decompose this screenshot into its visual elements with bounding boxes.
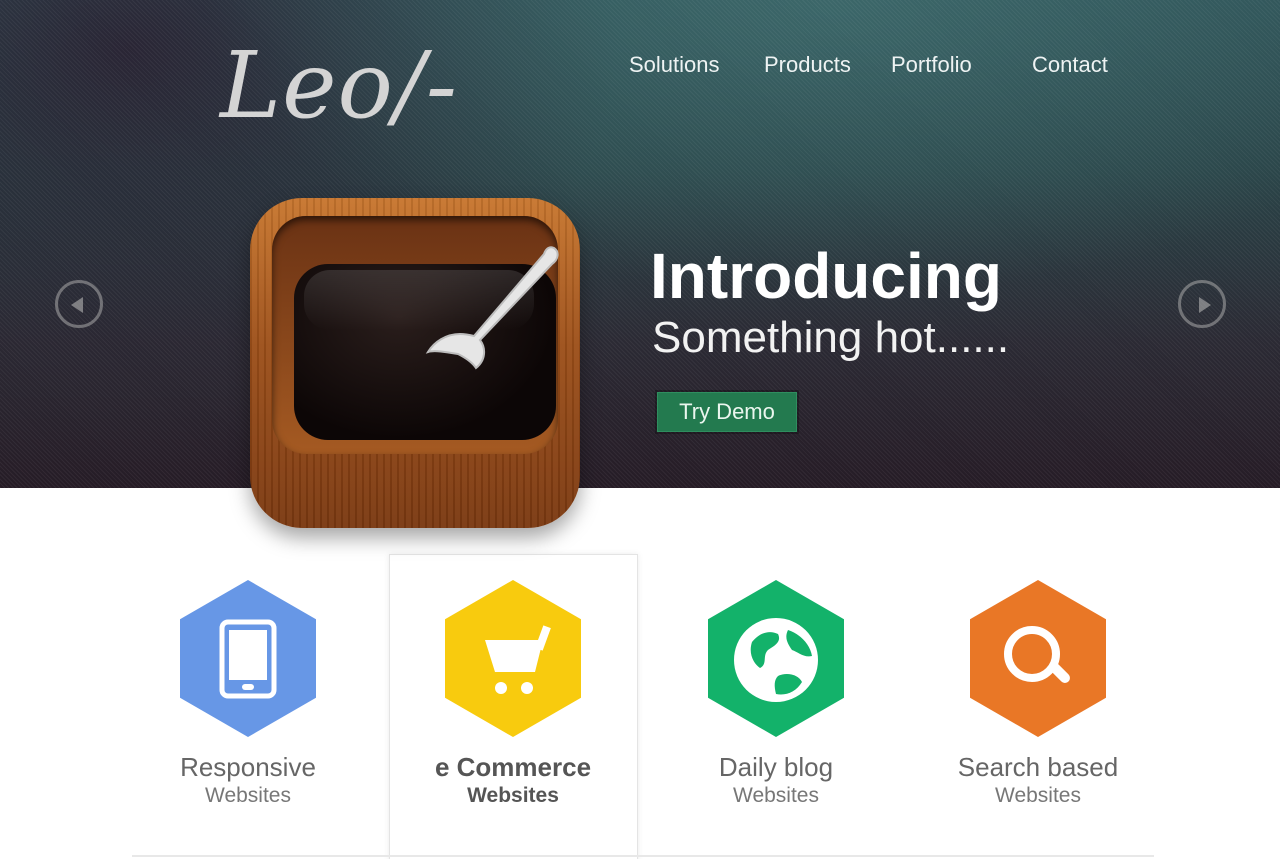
- feature-daily-blog[interactable]: Daily blog Websites: [656, 580, 896, 820]
- section-divider: [132, 855, 1154, 857]
- feature-subtitle: Websites: [467, 784, 559, 807]
- feature-subtitle: Websites: [205, 784, 291, 807]
- hero-headline: Introducing: [650, 240, 1002, 312]
- search-icon: [1004, 626, 1070, 683]
- feature-responsive[interactable]: Responsive Websites: [128, 580, 368, 820]
- smartphone-icon: [219, 619, 277, 699]
- arrow-left-icon: [71, 297, 83, 313]
- feature-title: e Commerce: [434, 752, 592, 782]
- feature-subtitle: Websites: [995, 784, 1081, 807]
- feature-ecommerce[interactable]: e Commerce Websites: [393, 580, 633, 820]
- nav-item-contact[interactable]: Contact: [1032, 52, 1108, 78]
- carousel-next-button[interactable]: [1178, 280, 1226, 328]
- main-nav: Solutions Products Portfolio Contact: [0, 52, 1280, 82]
- feature-subtitle: Websites: [733, 784, 819, 807]
- hero-banner: Leo/- Solutions Products Portfolio Conta…: [0, 0, 1280, 488]
- carousel-prev-button[interactable]: [55, 280, 103, 328]
- nav-item-solutions[interactable]: Solutions: [629, 52, 720, 78]
- feature-title: Responsive: [180, 752, 316, 782]
- try-demo-button[interactable]: Try Demo: [657, 392, 797, 432]
- feature-title: Daily blog: [718, 752, 834, 782]
- nav-item-portfolio[interactable]: Portfolio: [891, 52, 972, 78]
- globe-icon: [734, 618, 818, 702]
- hero-subline: Something hot......: [652, 313, 1010, 362]
- nav-item-products[interactable]: Products: [764, 52, 851, 78]
- feature-title: Search based: [957, 752, 1119, 782]
- arrow-right-icon: [1199, 297, 1211, 313]
- feature-search-based[interactable]: Search based Websites: [918, 580, 1158, 820]
- wooden-box-inner: [272, 216, 559, 454]
- spoon-icon: [425, 246, 559, 370]
- coffee-app-icon: [250, 198, 580, 528]
- shopping-cart-icon: [485, 625, 551, 694]
